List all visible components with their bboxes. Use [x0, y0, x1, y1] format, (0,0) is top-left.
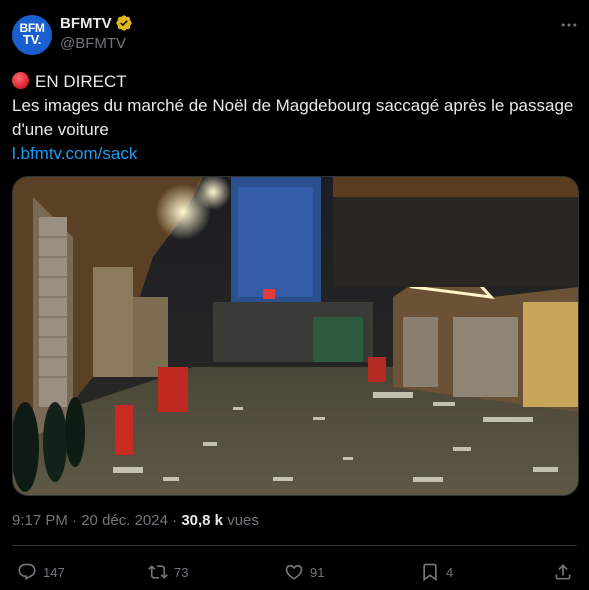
handle[interactable]: @BFMTV: [60, 35, 126, 52]
retweet-button[interactable]: 73: [148, 560, 188, 584]
retweet-icon: [148, 565, 168, 579]
meta-separator: ·: [72, 512, 78, 529]
verified-badge-icon: [115, 15, 132, 31]
heart-icon: [285, 564, 303, 580]
views-count: 30,8 k: [181, 512, 224, 529]
avatar[interactable]: BFM TV.: [12, 15, 52, 55]
reply-icon: [18, 563, 36, 581]
christmas-market-photo: [13, 177, 578, 495]
tweet-date[interactable]: 20 déc. 2024: [81, 512, 168, 529]
red-circle-icon: [12, 72, 29, 89]
live-line: EN DIRECT: [12, 70, 582, 94]
reply-button[interactable]: 147: [17, 560, 65, 584]
tweet-text-line2: d'une voiture: [12, 120, 109, 139]
avatar-logo-line2: TV.: [22, 32, 42, 47]
tweet-media-image[interactable]: [12, 176, 579, 496]
reply-count: 147: [43, 564, 65, 580]
bookmark-button[interactable]: 4: [420, 560, 453, 584]
tweet-text-line1: Les images du marché de Noël de Magdebou…: [12, 96, 574, 115]
share-button[interactable]: [553, 560, 573, 584]
tweet-text: EN DIRECT Les images du marché de Noël d…: [12, 70, 582, 166]
action-bar: 147 73 91 4: [0, 560, 589, 584]
views-label: vues: [227, 512, 259, 529]
tweet-time[interactable]: 9:17 PM: [12, 512, 68, 529]
meta-separator-2: ·: [172, 512, 178, 529]
tweet-meta: 9:17 PM · 20 déc. 2024 · 30,8 k vues: [12, 512, 259, 529]
tweet-card: BFM TV. BFMTV @BFMTV EN DIRECT Les image…: [0, 0, 589, 590]
share-icon: [555, 564, 571, 580]
more-dots-icon[interactable]: [558, 15, 580, 35]
display-name[interactable]: BFMTV: [60, 15, 112, 32]
retweet-count: 73: [174, 564, 189, 580]
bookmark-count: 4: [446, 564, 454, 580]
like-count: 91: [310, 564, 325, 580]
like-button[interactable]: 91: [284, 560, 324, 584]
author-name-row: BFMTV: [60, 14, 133, 32]
avatar-logo: BFM TV.: [12, 22, 52, 46]
divider: [12, 545, 577, 546]
bookmark-icon: [423, 563, 437, 582]
live-label: EN DIRECT: [35, 72, 127, 91]
tweet-link[interactable]: l.bfmtv.com/sack: [12, 144, 137, 163]
